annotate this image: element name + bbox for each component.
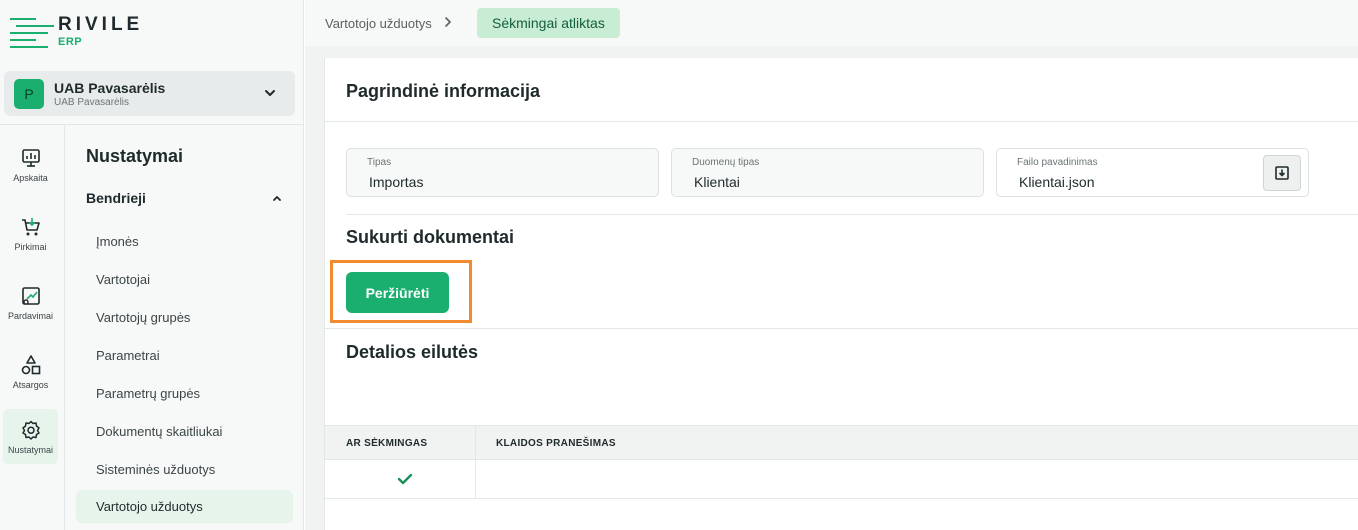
chevron-right-icon (445, 17, 451, 27)
field-tipas: Tipas Importas (346, 148, 659, 197)
checkmark-icon (397, 473, 413, 485)
task-detail-card: Pagrindinė informacija Tipas Importas Du… (324, 58, 1358, 530)
submenu-title: Nustatymai (86, 146, 184, 166)
rail-label: Pardavimai (7, 311, 54, 321)
view-documents-button[interactable]: Peržiūrėti (346, 272, 449, 313)
sidebar-item-dokumentu-skaitliukai[interactable]: Dokumentų skaitliukai (76, 415, 293, 448)
module-rail: Apskaita Pirkimai Pardavimai Atsargos Nu… (0, 125, 65, 530)
column-header-success[interactable]: AR SĖKMINGAS (346, 438, 427, 449)
rail-item-pardavimai[interactable]: Pardavimai (3, 275, 58, 330)
settings-submenu: Nustatymai Bendrieji Įmonės Vartotojai V… (66, 125, 304, 530)
sidebar-item-vartotoju-grupes[interactable]: Vartotojų grupės (76, 301, 293, 334)
card-header: Pagrindinė informacija (325, 58, 1358, 122)
field-failo-pavadinimas: Failo pavadinimas Klientai.json (996, 148, 1309, 197)
cart-icon (21, 218, 40, 236)
field-label: Failo pavadinimas (1017, 157, 1098, 168)
brand-sub: ERP (58, 36, 83, 48)
rail-label: Pirkimai (14, 242, 47, 252)
field-label: Tipas (367, 157, 392, 168)
field-duomenu-tipas: Duomenų tipas Klientai (671, 148, 984, 197)
download-icon (1275, 166, 1289, 180)
company-sub: UAB Pavasarėlis (54, 97, 130, 108)
chart-board-icon (21, 149, 40, 167)
gear-icon (21, 420, 40, 440)
rail-item-pirkimai[interactable]: Pirkimai (3, 206, 58, 261)
rail-item-atsargos[interactable]: Atsargos (3, 344, 58, 399)
sidebar-item-parametrai[interactable]: Parametrai (76, 339, 293, 372)
sidebar-item-sistemines-uzduotys[interactable]: Sisteminės užduotys (76, 453, 293, 486)
sidebar-item-vartotojo-uzduotys[interactable]: Vartotojo užduotys (76, 490, 293, 523)
rail-item-apskaita[interactable]: Apskaita (3, 137, 58, 192)
logo-mark-icon (10, 16, 54, 48)
rail-label: Apskaita (13, 173, 48, 183)
company-name: UAB Pavasarėlis (54, 80, 166, 96)
sales-trend-icon (21, 287, 40, 305)
rail-label: Atsargos (12, 380, 49, 390)
company-selector[interactable]: P UAB Pavasarėlis UAB Pavasarėlis (4, 71, 295, 116)
table-row (325, 460, 1358, 499)
left-column: RIVILE ERP P UAB Pavasarėlis UAB Pavasar… (0, 0, 304, 530)
chevron-up-icon (273, 196, 281, 201)
breadcrumb: Vartotojo užduotys Sėkmingai atliktas (305, 0, 1358, 46)
section-title-created-docs: Sukurti dokumentai (346, 227, 515, 247)
rail-label: Nustatymai (7, 445, 53, 455)
field-value: Importas (369, 174, 424, 190)
divider (325, 328, 1358, 329)
shapes-icon (21, 355, 40, 375)
section-title-details: Detalios eilutės (346, 342, 479, 362)
sidebar-item-parametru-grupes[interactable]: Parametrų grupės (76, 377, 293, 410)
sidebar-item-imones[interactable]: Įmonės (76, 225, 293, 258)
brand-logo[interactable]: RIVILE ERP (10, 14, 150, 54)
chevron-down-icon (265, 90, 275, 96)
submenu-group-bendrieji[interactable]: Bendrieji (86, 190, 284, 206)
field-value: Klientai.json (1019, 174, 1095, 190)
submenu-group-label: Bendrieji (86, 190, 146, 206)
divider (346, 214, 1358, 215)
sidebar-item-vartotojai[interactable]: Vartotojai (76, 263, 293, 296)
company-avatar: P (14, 79, 44, 109)
breadcrumb-parent[interactable]: Vartotojo užduotys (325, 16, 432, 31)
field-label: Duomenų tipas (692, 157, 760, 168)
table-header: AR SĖKMINGAS KLAIDOS PRANEŠIMAS (325, 425, 1358, 460)
download-file-button[interactable] (1263, 155, 1301, 191)
section-title-main-info: Pagrindinė informacija (346, 81, 541, 101)
brand-name: RIVILE (58, 14, 144, 35)
status-badge: Sėkmingai atliktas (477, 8, 620, 38)
rail-item-nustatymai[interactable]: Nustatymai (3, 409, 58, 464)
column-header-error[interactable]: KLAIDOS PRANEŠIMAS (496, 438, 616, 449)
field-value: Klientai (694, 174, 740, 190)
